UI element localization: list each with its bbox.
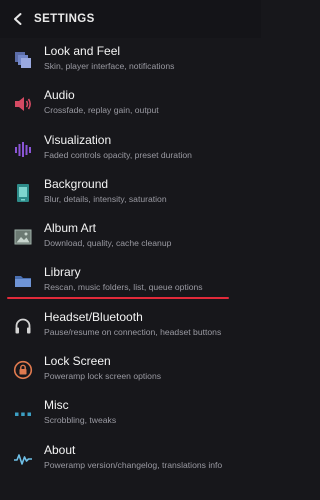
settings-item-subtitle: Faded controls opacity, preset duration <box>44 149 192 160</box>
settings-item-subtitle: Pause/resume on connection, headset butt… <box>44 326 222 337</box>
settings-item-subtitle: Skin, player interface, notifications <box>44 61 175 71</box>
settings-item-subtitle: Blur, details, intensity, saturation <box>44 193 167 204</box>
settings-item-about[interactable]: About Poweramp version/changelog, transl… <box>0 437 261 481</box>
settings-item-title: Lock Screen <box>44 354 111 369</box>
settings-item-lock-screen[interactable]: Lock Screen Poweramp lock screen options <box>0 348 261 392</box>
background-icon <box>13 183 33 203</box>
settings-item-title: Library <box>44 265 81 280</box>
audio-icon <box>13 94 33 114</box>
settings-item-title: Headset/Bluetooth <box>44 309 143 324</box>
settings-item-visualization[interactable]: Visualization Faded controls opacity, pr… <box>0 127 261 171</box>
settings-item-title: Audio <box>44 88 75 103</box>
settings-item-subtitle: Poweramp version/changelog, translations… <box>44 459 223 470</box>
settings-item-title: Misc <box>44 398 69 413</box>
settings-item-subtitle: Scrobbling, tweaks <box>44 415 117 426</box>
settings-item-title: Look and Feel <box>44 44 121 58</box>
settings-screen: SETTINGS Look and Feel Skin, player inte… <box>0 0 261 500</box>
look-and-feel-icon <box>13 50 33 70</box>
album-art-icon <box>13 227 33 247</box>
settings-item-title: Album Art <box>44 221 97 236</box>
settings-item-subtitle: Poweramp lock screen options <box>44 371 162 382</box>
settings-item-subtitle: Crossfade, replay gain, output <box>44 105 159 116</box>
settings-item-subtitle: Rescan, music folders, list, queue optio… <box>44 282 203 293</box>
settings-item-background[interactable]: Background Blur, details, intensity, sat… <box>0 171 261 215</box>
settings-list: Look and Feel Skin, player interface, no… <box>0 38 261 481</box>
headphones-icon <box>13 316 33 336</box>
misc-dots-icon <box>13 404 33 424</box>
settings-item-subtitle: Download, quality, cache cleanup <box>44 238 172 249</box>
settings-item-title: About <box>44 442 76 457</box>
settings-item-album-art[interactable]: Album Art Download, quality, cache clean… <box>0 215 261 259</box>
settings-item-title: Background <box>44 176 109 191</box>
about-wave-icon <box>13 449 33 469</box>
back-arrow-icon[interactable] <box>10 11 26 27</box>
settings-item-look-and-feel[interactable]: Look and Feel Skin, player interface, no… <box>0 38 261 82</box>
visualization-icon <box>13 139 33 159</box>
lock-icon <box>13 360 33 380</box>
folder-icon <box>13 271 33 291</box>
settings-item-headset-bluetooth[interactable]: Headset/Bluetooth Pause/resume on connec… <box>0 304 261 348</box>
settings-item-title: Visualization <box>44 132 112 147</box>
page-title: SETTINGS <box>34 13 95 25</box>
top-app-bar: SETTINGS <box>0 0 261 38</box>
settings-item-audio[interactable]: Audio Crossfade, replay gain, output <box>0 82 261 126</box>
settings-item-misc[interactable]: Misc Scrobbling, tweaks <box>0 392 261 436</box>
library-highlight-underline <box>7 297 229 299</box>
